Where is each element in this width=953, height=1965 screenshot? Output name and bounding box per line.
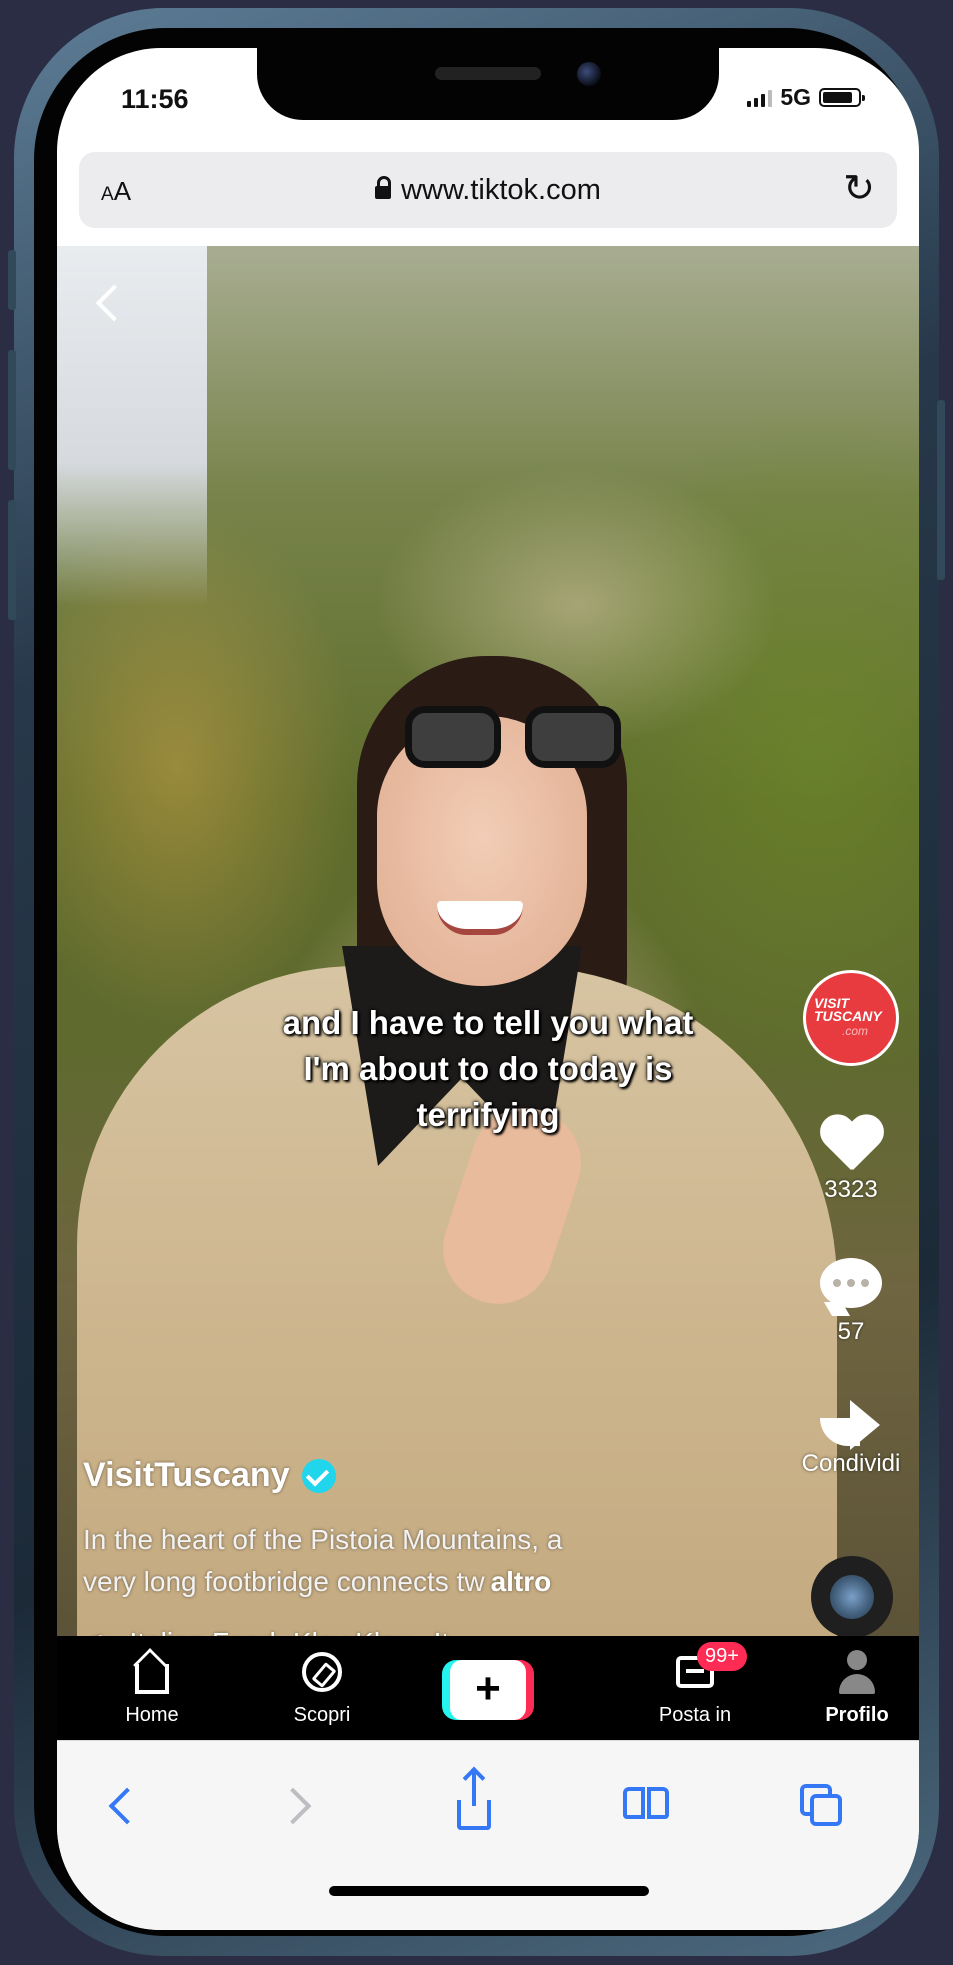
notch: [257, 48, 719, 120]
music-title-trail: It: [434, 1627, 450, 1636]
bookmarks-button[interactable]: [613, 1771, 683, 1841]
safari-back-button[interactable]: [87, 1771, 157, 1841]
network-label: 5G: [780, 84, 811, 110]
url-text: www.tiktok.com: [401, 174, 601, 206]
music-disc-icon[interactable]: [811, 1556, 893, 1636]
home-indicator[interactable]: [329, 1886, 649, 1896]
tiktok-bottom-nav: Home Scopri + 99+ Posta in Profilo: [57, 1636, 919, 1740]
comment-button[interactable]: 57: [791, 1258, 911, 1346]
nav-discover[interactable]: Scopri: [262, 1648, 382, 1727]
tabs-icon: [800, 1784, 844, 1828]
plus-icon: +: [450, 1660, 526, 1720]
nav-home-label: Home: [125, 1704, 179, 1726]
video-player[interactable]: and I have to tell you what I'm about to…: [57, 246, 919, 1636]
nav-discover-label: Scopri: [293, 1704, 351, 1726]
volume-down-button: [8, 500, 16, 620]
comment-count: 57: [837, 1318, 865, 1345]
avatar-logo-text: VISIT TUSCANY: [814, 995, 882, 1024]
profile-icon: [837, 1648, 877, 1696]
comment-icon: [820, 1258, 882, 1308]
avatar-logo-domain: .com: [842, 1024, 869, 1038]
share-icon: [820, 1396, 882, 1450]
description-line-1: In the heart of the Pistoia Mountains, a: [83, 1524, 563, 1555]
username[interactable]: VisitTuscany: [83, 1456, 290, 1495]
video-person-sunglasses: [405, 706, 635, 776]
screen: 11:56 5G AA www.tiktok.com ↻ and I have …: [57, 48, 919, 1930]
home-icon: [135, 1664, 169, 1694]
signal-icon: [747, 89, 773, 107]
share-button[interactable]: Condividi: [791, 1396, 911, 1478]
like-count: 3323: [824, 1176, 878, 1203]
bookmarks-icon: [623, 1787, 673, 1825]
nav-home[interactable]: Home: [92, 1648, 212, 1727]
status-indicators: 5G: [747, 84, 865, 111]
create-button[interactable]: +: [442, 1660, 534, 1720]
caption-line-2: I'm about to do today is: [303, 1050, 673, 1087]
safari-share-icon: [457, 1772, 491, 1830]
nav-profile[interactable]: Profilo: [797, 1648, 917, 1727]
safari-forward-icon: [274, 1787, 312, 1825]
compass-icon: [302, 1652, 342, 1692]
tabs-button[interactable]: [787, 1771, 857, 1841]
nav-profile-label: Profilo: [825, 1704, 889, 1726]
nav-inbox-label: Posta in: [658, 1704, 732, 1726]
inbox-badge: 99+: [697, 1642, 747, 1671]
heart-icon: [818, 1116, 884, 1176]
verified-icon: [301, 1458, 336, 1493]
more-link[interactable]: altro: [491, 1566, 552, 1597]
safari-back-icon: [108, 1787, 146, 1825]
power-button: [937, 400, 945, 580]
share-label: Condividi: [801, 1450, 901, 1477]
earpiece: [435, 67, 541, 80]
safari-forward-button[interactable]: [263, 1771, 333, 1841]
account-avatar[interactable]: VISIT TUSCANY .com: [803, 970, 899, 1066]
caption-line-1: and I have to tell you what: [282, 1004, 694, 1041]
address-bar[interactable]: AA www.tiktok.com ↻: [79, 152, 897, 228]
front-camera: [577, 62, 601, 86]
caption-line-3: terrifying: [416, 1096, 560, 1133]
username-row[interactable]: VisitTuscany: [83, 1456, 336, 1495]
url-field[interactable]: www.tiktok.com: [79, 174, 897, 207]
lock-icon: [375, 176, 392, 199]
video-sky: [57, 246, 207, 606]
like-button[interactable]: 3323: [791, 1116, 911, 1204]
battery-icon: [819, 88, 865, 107]
mute-switch: [8, 250, 16, 310]
volume-up-button: [8, 350, 16, 470]
music-title: Italian Food- Kley Kley: [130, 1627, 410, 1636]
safari-share-button[interactable]: [439, 1771, 509, 1841]
safari-toolbar: [57, 1740, 919, 1930]
description-line-2: very long footbridge connects tw altro: [83, 1566, 703, 1598]
music-note-icon: ♫: [83, 1626, 106, 1636]
description-text: very long footbridge connects tw: [83, 1566, 485, 1597]
status-time: 11:56: [121, 84, 189, 114]
reload-icon[interactable]: ↻: [843, 170, 875, 208]
music-row[interactable]: ♫ Italian Food- Kley Kley It: [83, 1626, 449, 1636]
nav-inbox[interactable]: 99+ Posta in: [635, 1642, 755, 1727]
